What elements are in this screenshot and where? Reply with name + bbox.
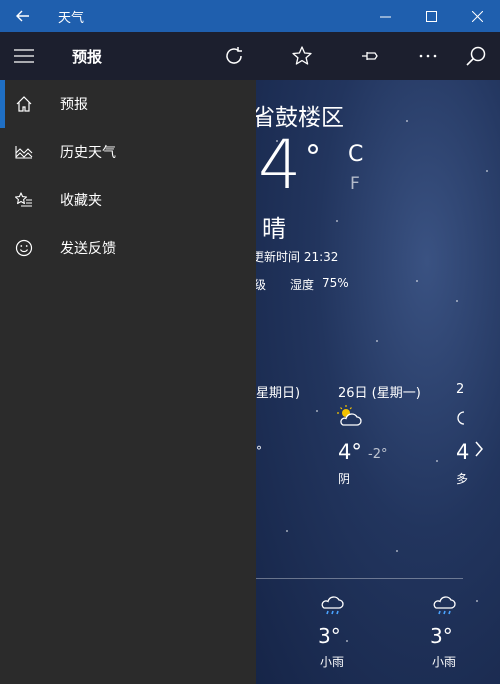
maximize-button[interactable] <box>408 0 454 32</box>
degree-symbol: ° <box>305 138 321 176</box>
hourly-2-condition: 小雨 <box>432 655 457 669</box>
active-indicator <box>0 80 5 128</box>
star-icon <box>292 46 312 65</box>
humidity-value: 75% <box>322 276 349 290</box>
search-button[interactable] <box>452 32 500 80</box>
smiley-icon <box>0 224 48 272</box>
app-header: 预报 <box>0 32 500 80</box>
pin-icon <box>362 52 378 60</box>
search-icon <box>466 46 486 66</box>
forecast-day3-header[interactable]: 2 <box>456 382 464 397</box>
close-icon <box>471 10 483 22</box>
nav-item-forecast[interactable]: 预报 <box>0 80 256 128</box>
nav-item-favorites[interactable]: 收藏夹 <box>0 176 256 224</box>
refresh-button[interactable] <box>210 32 258 80</box>
hamburger-button[interactable] <box>0 32 48 80</box>
nav-item-label: 收藏夹 <box>60 193 102 209</box>
favorites-list-icon <box>0 176 48 224</box>
favorite-button[interactable] <box>278 32 326 80</box>
chart-icon <box>0 128 48 176</box>
window-title: 天气 <box>58 10 85 26</box>
forecast-day2-condition: 阴 <box>338 472 351 486</box>
rain-icon <box>321 596 344 615</box>
nav-item-label: 历史天气 <box>60 145 116 161</box>
maximize-icon <box>425 10 437 22</box>
home-icon <box>0 80 48 128</box>
minimize-icon <box>379 16 391 17</box>
back-button[interactable] <box>0 0 46 32</box>
chevron-right-icon[interactable] <box>474 440 484 458</box>
pin-button[interactable] <box>346 32 394 80</box>
hamburger-icon <box>14 49 34 63</box>
updated-time: 更新时间 21:32 <box>252 250 339 264</box>
forecast-day3-condition: 多 <box>456 472 469 486</box>
hourly-1-temp: 3° <box>318 624 341 648</box>
more-button[interactable] <box>404 32 452 80</box>
unit-fahrenheit-toggle[interactable]: F <box>350 174 360 194</box>
current-condition: 晴 <box>262 215 286 243</box>
minimize-button[interactable] <box>362 0 408 32</box>
current-temperature: 4 <box>258 126 302 205</box>
rain-icon <box>433 596 456 615</box>
forecast-day3-high: 4 <box>456 440 470 464</box>
unit-celsius-toggle[interactable]: C <box>348 142 363 167</box>
window-controls <box>362 0 500 32</box>
forecast-day2-high: 4° <box>338 440 362 464</box>
nav-item-history[interactable]: 历史天气 <box>0 128 256 176</box>
humidity-label: 湿度 <box>290 278 315 292</box>
section-divider <box>256 578 463 579</box>
hourly-2-temp: 3° <box>430 624 453 648</box>
nav-item-label: 发送反馈 <box>60 241 116 257</box>
nav-item-label: 预报 <box>60 97 88 113</box>
close-button[interactable] <box>454 0 500 32</box>
forecast-day2-low: -2° <box>368 447 388 462</box>
refresh-icon <box>226 47 242 64</box>
page-title: 预报 <box>72 48 103 66</box>
forecast-day1-low: ° <box>256 444 262 458</box>
hourly-1-condition: 小雨 <box>320 655 345 669</box>
navigation-pane: 预报 历史天气 收藏夹 发送反馈 <box>0 80 256 684</box>
back-arrow-icon <box>16 10 29 22</box>
partly-cloudy-icon <box>337 405 362 426</box>
title-bar: 天气 <box>0 0 500 32</box>
nav-item-feedback[interactable]: 发送反馈 <box>0 224 256 272</box>
forecast-day2-header[interactable]: 26日 (星期一) <box>338 382 421 401</box>
forecast-day1-header[interactable]: 星期日) <box>256 382 300 401</box>
more-icon <box>419 54 437 58</box>
forecast-day3-icon-partial <box>457 411 464 425</box>
